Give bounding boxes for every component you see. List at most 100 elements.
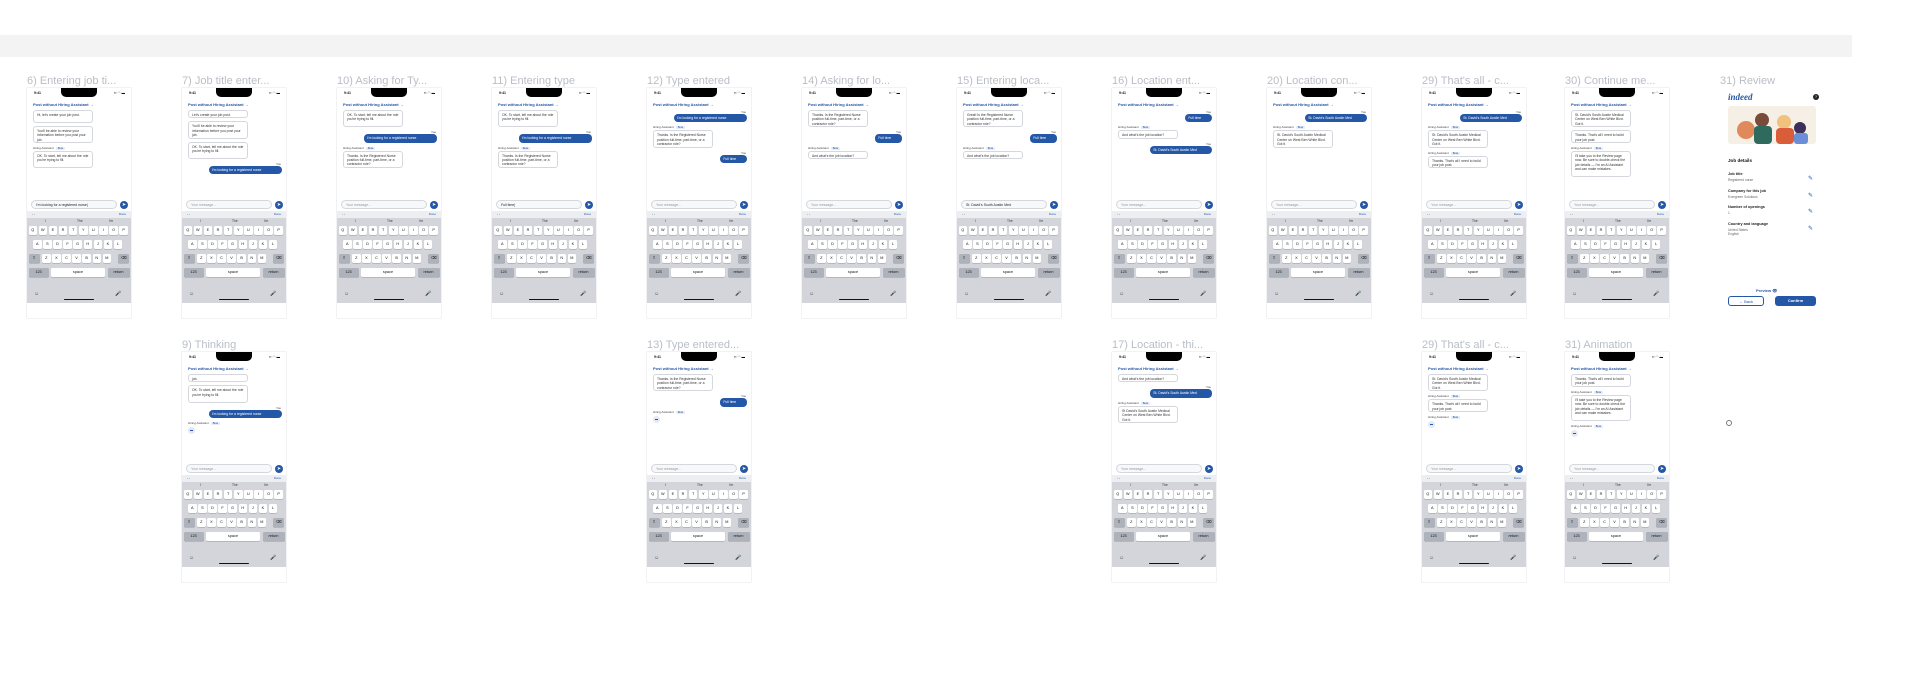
emoji-icon[interactable]: ☺ — [34, 291, 39, 297]
microphone-icon[interactable]: 🎤 — [1510, 291, 1516, 297]
send-icon[interactable]: ➤ — [1658, 464, 1666, 473]
key-t[interactable]: T — [223, 490, 233, 499]
emoji-icon[interactable]: ☺ — [189, 291, 194, 297]
post-without-assistant-link[interactable]: Post without Hiring Assistant → — [1428, 366, 1489, 371]
suggestion-item[interactable]: The — [1472, 219, 1478, 223]
keyboard-done-button[interactable]: Done — [1657, 212, 1664, 216]
key-l[interactable]: L — [888, 240, 898, 249]
post-without-assistant-link[interactable]: Post without Hiring Assistant → — [1273, 102, 1334, 107]
key-n[interactable]: N — [402, 254, 411, 263]
microphone-icon[interactable]: 🎤 — [1653, 555, 1659, 561]
key-d[interactable]: D — [1591, 240, 1600, 249]
key-u[interactable]: U — [399, 226, 408, 235]
key-y[interactable]: Y — [1474, 490, 1483, 499]
keyboard-arrows-icon[interactable]: ‹ › — [652, 212, 655, 216]
key-z[interactable]: Z — [662, 518, 671, 527]
key-q[interactable]: Q — [648, 226, 657, 235]
key-e[interactable]: E — [1443, 226, 1453, 235]
frame-title[interactable]: 31) Review — [1720, 75, 1824, 87]
key-z[interactable]: Z — [1437, 518, 1446, 527]
key-y[interactable]: Y — [234, 226, 243, 235]
key-p[interactable]: P — [894, 226, 903, 235]
key-x[interactable]: X — [827, 254, 836, 263]
space-key[interactable]: space — [516, 268, 570, 277]
key-l[interactable]: L — [1353, 240, 1363, 249]
key-p[interactable]: P — [1204, 490, 1213, 499]
key-t[interactable]: T — [1606, 490, 1616, 499]
key-a[interactable]: A — [1571, 504, 1580, 513]
key-e[interactable]: E — [823, 226, 833, 235]
key-f[interactable]: F — [1458, 240, 1467, 249]
post-without-assistant-link[interactable]: Post without Hiring Assistant → — [498, 102, 559, 107]
key-u[interactable]: U — [1329, 226, 1338, 235]
key-f[interactable]: F — [63, 240, 72, 249]
numbers-key[interactable]: 123 — [1566, 268, 1587, 277]
message-input[interactable]: Your message... — [341, 200, 427, 209]
chat-thread[interactable]: St. David's South Austin Medical Center … — [1422, 372, 1526, 457]
key-m[interactable]: M — [722, 518, 732, 527]
delete-key[interactable]: ⌫ — [1358, 254, 1369, 263]
key-f[interactable]: F — [1303, 240, 1312, 249]
space-key[interactable]: space — [206, 268, 260, 277]
keyboard[interactable]: ‹ › Done I The I'm Q W E R T Y U I O P A S D F G H J K L ⇧ Z X C V B N… — [182, 475, 286, 567]
key-l[interactable]: L — [1043, 240, 1053, 249]
key-l[interactable]: L — [1651, 504, 1661, 513]
delete-key[interactable]: ⌫ — [273, 518, 284, 527]
key-h[interactable]: H — [548, 240, 557, 249]
key-l[interactable]: L — [1198, 240, 1208, 249]
key-p[interactable]: P — [739, 490, 748, 499]
suggestion-item[interactable]: I'm — [574, 219, 578, 223]
key-a[interactable]: A — [1273, 240, 1282, 249]
key-e[interactable]: E — [978, 226, 988, 235]
key-t[interactable]: T — [1463, 226, 1473, 235]
emoji-icon[interactable]: ☺ — [654, 291, 659, 297]
key-w[interactable]: W — [1433, 226, 1443, 235]
key-s[interactable]: S — [353, 240, 362, 249]
key-f[interactable]: F — [218, 504, 227, 513]
key-b[interactable]: B — [237, 518, 246, 527]
key-z[interactable]: Z — [352, 254, 361, 263]
shift-key[interactable]: ⇧ — [1423, 518, 1435, 527]
key-d[interactable]: D — [983, 240, 992, 249]
key-g[interactable]: G — [1468, 504, 1477, 513]
key-z[interactable]: Z — [197, 254, 206, 263]
key-c[interactable]: C — [217, 518, 226, 527]
key-i[interactable]: I — [1637, 490, 1646, 499]
key-q[interactable]: Q — [28, 226, 37, 235]
key-n[interactable]: N — [247, 254, 256, 263]
key-o[interactable]: O — [1039, 226, 1048, 235]
confirm-button[interactable]: Confirm — [1775, 296, 1816, 306]
key-v[interactable]: V — [1610, 518, 1619, 527]
key-z[interactable]: Z — [1580, 254, 1589, 263]
shift-key[interactable]: ⇧ — [1268, 254, 1280, 263]
key-d[interactable]: D — [208, 504, 217, 513]
key-r[interactable]: R — [368, 226, 378, 235]
send-icon[interactable]: ➤ — [1658, 200, 1666, 209]
key-d[interactable]: D — [673, 240, 682, 249]
key-i[interactable]: I — [1494, 490, 1503, 499]
suggestion-item[interactable]: I — [1130, 483, 1131, 487]
key-h[interactable]: H — [238, 504, 247, 513]
suggestion-item[interactable]: I'm — [729, 219, 733, 223]
key-z[interactable]: Z — [662, 254, 671, 263]
preview-link[interactable]: Preview 👁 — [1756, 288, 1777, 293]
key-e[interactable]: E — [1133, 490, 1143, 499]
frame-title[interactable]: 11) Entering type — [492, 75, 596, 87]
send-icon[interactable]: ➤ — [740, 200, 748, 209]
numbers-key[interactable]: 123 — [493, 268, 514, 277]
keyboard[interactable]: ‹ › Done I The I'm Q W E R T Y U I O P A S D F G H J K L ⇧ Z X C V B N… — [1565, 475, 1669, 567]
key-k[interactable]: K — [723, 504, 733, 513]
key-f[interactable]: F — [1148, 240, 1157, 249]
key-l[interactable]: L — [113, 240, 123, 249]
key-u[interactable]: U — [864, 226, 873, 235]
key-p[interactable]: P — [739, 226, 748, 235]
key-h[interactable]: H — [1168, 504, 1177, 513]
key-n[interactable]: N — [1487, 518, 1496, 527]
frame-title[interactable]: 17) Location - thi... — [1112, 339, 1216, 351]
return-key[interactable]: return — [572, 268, 595, 277]
key-y[interactable]: Y — [854, 226, 863, 235]
suggestion-item[interactable]: The — [1162, 219, 1168, 223]
suggestion-item[interactable]: The — [697, 219, 703, 223]
key-o[interactable]: O — [264, 226, 273, 235]
key-u[interactable]: U — [554, 226, 563, 235]
